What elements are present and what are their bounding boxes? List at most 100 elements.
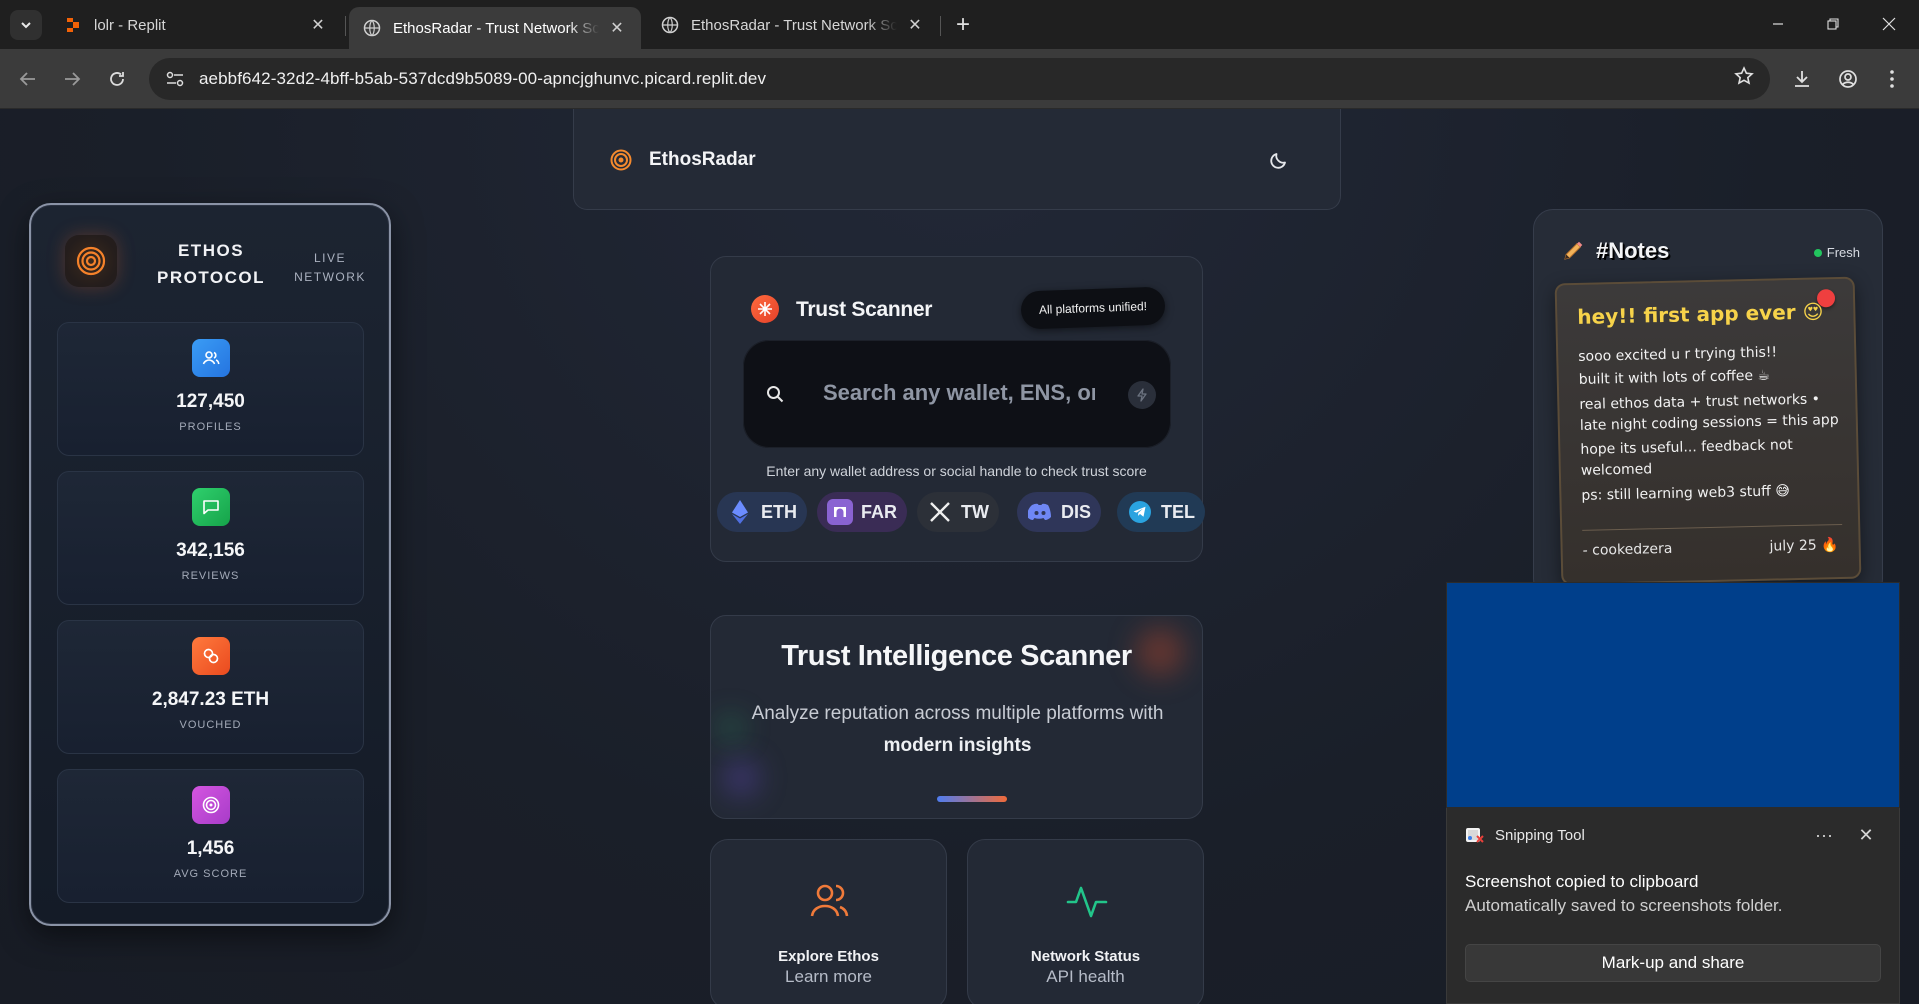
note-line: welcomed <box>1580 461 1653 479</box>
telegram-icon <box>1127 499 1153 525</box>
profile-button[interactable] <box>1832 63 1864 95</box>
notification-title: Screenshot copied to clipboard <box>1465 872 1699 891</box>
status-dot <box>1813 248 1822 257</box>
discord-icon <box>1027 499 1053 525</box>
platform-label: DIS <box>1061 501 1092 522</box>
panel-title: ETHOS PROTOCOL <box>156 241 266 287</box>
platform-label: FAR <box>861 501 897 522</box>
download-button[interactable] <box>1786 63 1818 95</box>
stat-card-reviews[interactable]: 342,156 REVIEWS <box>57 471 364 605</box>
close-window-button[interactable] <box>1866 8 1912 40</box>
message-icon <box>192 488 230 526</box>
screenshot-preview[interactable] <box>1446 582 1900 808</box>
globe-icon <box>661 16 679 34</box>
gradient-accent-bar <box>937 796 1007 802</box>
note-line: real ethos data + trust networks • <box>1579 391 1821 413</box>
stat-value: 342,156 <box>176 540 245 561</box>
panel-subtitle: LIVE NETWORK <box>294 251 366 284</box>
users-icon <box>192 339 230 377</box>
restore-button[interactable] <box>1810 8 1856 40</box>
arrow-right-icon <box>65 72 81 86</box>
status-badge: Fresh <box>1813 245 1860 260</box>
browser-toolbar: aebbf642-32d2-4bff-b5ab-537dcd9b5089-00-… <box>0 49 1919 109</box>
bookmark-star-icon[interactable] <box>1734 66 1754 92</box>
new-tab-button[interactable]: + <box>948 10 978 40</box>
more-vertical-icon <box>1890 70 1894 88</box>
link-icon <box>192 637 230 675</box>
arrow-left-icon <box>19 72 35 86</box>
close-notification-button[interactable]: ✕ <box>1851 820 1881 850</box>
globe-icon <box>363 19 381 37</box>
network-status-card[interactable]: Network Status API health <box>967 839 1204 1004</box>
search-input[interactable]: Search any wallet, ENS, or social handle <box>823 380 1095 406</box>
site-info-icon[interactable] <box>157 64 193 94</box>
platform-label: TW <box>961 501 989 522</box>
protocol-logo <box>65 235 117 287</box>
note-author: - cookedzera <box>1582 540 1673 559</box>
stat-card-avg-score[interactable]: 1,456 AVG SCORE <box>57 769 364 903</box>
scanner-title: Trust Scanner <box>796 298 933 321</box>
back-button[interactable] <box>12 63 44 95</box>
stat-card-profiles[interactable]: 127,450 PROFILES <box>57 322 364 456</box>
explore-ethos-card[interactable]: Explore Ethos Learn more <box>710 839 947 1004</box>
reload-icon <box>110 72 124 86</box>
platform-chip-tel[interactable]: TEL <box>1117 492 1205 532</box>
tab-ethosradar[interactable]: EthosRadar - Trust Network Scanner ✕ <box>647 7 939 43</box>
stat-label: REVIEWS <box>181 570 240 582</box>
notes-card: #Notes Fresh hey!! first app ever 😍 sooo… <box>1533 209 1883 599</box>
brand-name[interactable]: EthosRadar <box>649 149 756 171</box>
restore-icon <box>1827 18 1839 30</box>
platform-label: TEL <box>1161 501 1195 522</box>
menu-button[interactable] <box>1876 63 1908 95</box>
search-icon <box>767 386 784 403</box>
status-text: Fresh <box>1826 245 1860 260</box>
search-box[interactable]: Search any wallet, ENS, or social handle <box>743 340 1171 448</box>
address-bar[interactable]: aebbf642-32d2-4bff-b5ab-537dcd9b5089-00-… <box>149 58 1770 100</box>
browser-tab-bar: lolr - Replit ✕ EthosRadar - Trust Netwo… <box>0 0 1919 49</box>
stat-value: 2,847.23 ETH <box>151 689 270 710</box>
more-options-button[interactable]: ··· <box>1809 820 1839 850</box>
url-text: aebbf642-32d2-4bff-b5ab-537dcd9b5089-00-… <box>199 69 767 88</box>
tab-ethosradar-active[interactable]: EthosRadar - Trust Network Scanner ✕ <box>349 7 641 49</box>
note-line: late night coding sessions = this app <box>1579 412 1839 434</box>
scanner-badge: All platforms unified! <box>1020 286 1166 330</box>
tab-search-button[interactable] <box>10 10 42 40</box>
lightning-icon[interactable] <box>1128 381 1156 409</box>
pencil-icon <box>1564 241 1583 260</box>
mark-up-and-share-button[interactable]: Mark-up and share <box>1465 944 1881 982</box>
moon-icon[interactable] <box>1268 149 1290 171</box>
tab-separator <box>345 16 346 36</box>
radar-logo-icon[interactable] <box>610 149 632 171</box>
sticky-note: hey!! first app ever 😍 sooo excited u r … <box>1554 276 1862 586</box>
x-icon <box>927 499 953 525</box>
app-header: EthosRadar <box>573 109 1341 210</box>
network-stats-panel: ETHOS PROTOCOL LIVE NETWORK 127,450 PROF… <box>29 203 391 926</box>
download-icon <box>1795 71 1809 87</box>
users-icon <box>810 884 849 917</box>
ethereum-icon <box>727 499 753 525</box>
close-icon[interactable]: ✕ <box>905 15 925 35</box>
profile-icon <box>1839 70 1857 88</box>
minimize-button[interactable] <box>1755 8 1801 40</box>
note-line: hope its useful... feedback not <box>1580 437 1794 458</box>
chevron-down-icon <box>21 22 31 29</box>
platform-chip-far[interactable]: FAR <box>817 492 907 532</box>
platform-chip-tw[interactable]: TW <box>917 492 999 532</box>
platform-chip-eth[interactable]: ETH <box>717 492 807 532</box>
stat-card-vouched[interactable]: 2,847.23 ETH VOUCHED <box>57 620 364 754</box>
forward-button[interactable] <box>56 63 88 95</box>
platform-chip-dis[interactable]: DIS <box>1017 492 1102 532</box>
notification-app-name: Snipping Tool <box>1495 827 1585 844</box>
scanner-hint: Enter any wallet address or social handl… <box>766 463 1147 479</box>
sparkle-icon <box>751 295 779 323</box>
tab-replit[interactable]: lolr - Replit ✕ <box>50 7 342 43</box>
intel-subtitle: Analyze reputation across multiple platf… <box>731 698 1184 762</box>
decorative-glow <box>723 760 759 796</box>
card-subtitle: Learn more <box>785 967 872 986</box>
reload-button[interactable] <box>101 63 133 95</box>
tab-title: lolr - Replit <box>94 16 166 34</box>
note-line: sooo excited u r trying this!! <box>1578 344 1778 365</box>
close-icon[interactable]: ✕ <box>308 15 328 35</box>
close-icon[interactable]: ✕ <box>607 18 627 38</box>
intel-subtitle-highlight: modern insights <box>883 735 1032 756</box>
